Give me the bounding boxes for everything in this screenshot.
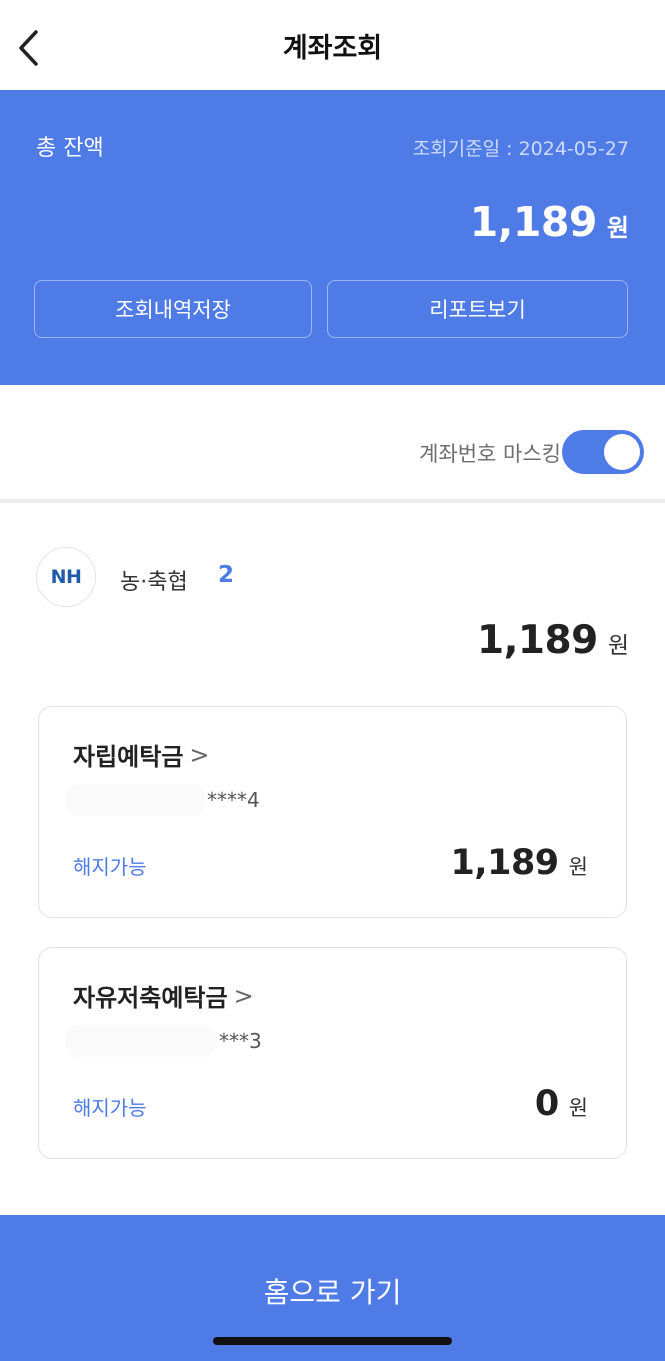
- bank-total-value: 1,189: [476, 618, 598, 663]
- account-name: 자립예탁금: [73, 743, 184, 771]
- home-indicator[interactable]: [213, 1337, 452, 1345]
- account-number: ***3: [65, 1024, 262, 1058]
- account-balance: 0 원: [535, 1084, 588, 1124]
- account-number-tail: ****4: [207, 788, 260, 812]
- page-title: 계좌조회: [282, 33, 383, 64]
- account-number: ****4: [65, 783, 260, 817]
- account-card[interactable]: 자립예탁금 > ****4 해지가능 1,189 원: [38, 706, 627, 918]
- account-title[interactable]: 자립예탁금 >: [73, 737, 210, 772]
- account-balance-value: 0: [534, 1084, 559, 1124]
- save-history-button[interactable]: 조회내역저장: [34, 280, 312, 338]
- bank-name: 농·축협: [120, 570, 188, 595]
- section-divider: [0, 499, 665, 503]
- account-balance-unit: 원: [568, 855, 588, 879]
- bank-total-unit: 원: [607, 633, 629, 659]
- account-balance-unit: 원: [568, 1096, 588, 1120]
- account-title[interactable]: 자유저축예탁금 >: [73, 978, 254, 1013]
- account-number-tail: ***3: [219, 1029, 262, 1053]
- masked-number-block: [65, 1025, 217, 1057]
- account-status: 해지가능: [73, 855, 147, 879]
- account-card[interactable]: 자유저축예탁금 > ***3 해지가능 0 원: [38, 947, 627, 1159]
- account-balance: 1,189 원: [450, 843, 588, 883]
- inquiry-date: 조회기준일 : 2024-05-27: [412, 138, 629, 160]
- account-status: 해지가능: [73, 1096, 147, 1120]
- total-balance-value: 1,189: [469, 198, 598, 246]
- masking-toggle[interactable]: [562, 430, 644, 474]
- account-count: 2: [218, 562, 235, 588]
- chevron-right-icon: >: [189, 740, 210, 769]
- account-name: 자유저축예탁금: [73, 984, 228, 1012]
- go-home-label: 홈으로 가기: [263, 1276, 402, 1309]
- masked-number-block: [65, 784, 205, 816]
- total-balance-amount: 1,189 원: [470, 198, 629, 246]
- chevron-right-icon: >: [233, 981, 254, 1010]
- total-balance-label: 총 잔액: [36, 136, 104, 161]
- app-header: 계좌조회: [0, 0, 665, 90]
- toggle-knob: [604, 434, 640, 470]
- total-balance-panel: 총 잔액 조회기준일 : 2024-05-27 1,189 원 조회내역저장 리…: [0, 90, 665, 385]
- masking-label: 계좌번호 마스킹: [419, 442, 561, 466]
- account-balance-value: 1,189: [450, 843, 559, 883]
- bank-total-amount: 1,189 원: [477, 618, 629, 663]
- view-report-button[interactable]: 리포트보기: [327, 280, 628, 338]
- total-balance-unit: 원: [606, 214, 629, 242]
- nh-logo-icon: NH: [36, 547, 96, 607]
